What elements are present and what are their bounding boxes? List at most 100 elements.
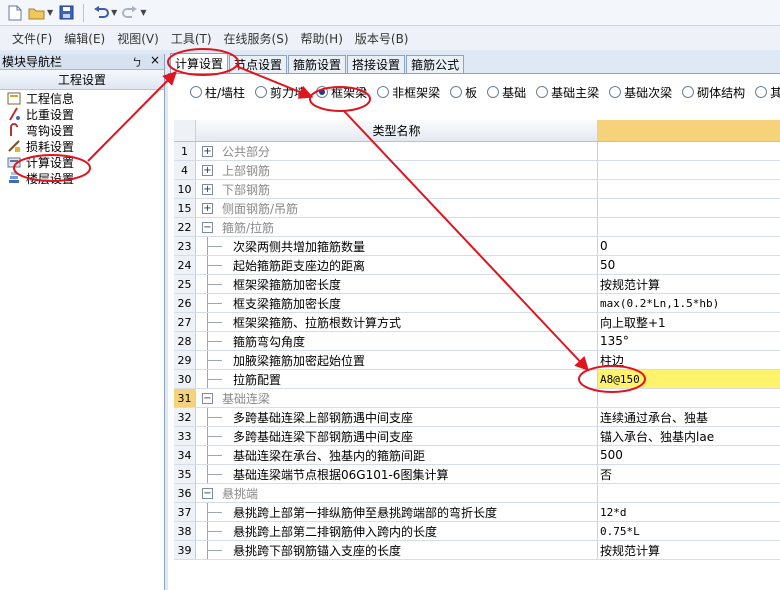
category-row[interactable]: 1 + 公共部分: [174, 142, 780, 161]
setting-row[interactable]: 34 基础连梁在承台、独基内的箍筋间距 500: [174, 446, 780, 465]
tab[interactable]: 节点设置: [229, 55, 288, 73]
row-value-cell[interactable]: 柱边: [598, 351, 780, 369]
radio-option[interactable]: 基础: [487, 84, 526, 101]
row-name-cell: + 公共部分: [196, 142, 598, 160]
row-value-cell[interactable]: 50: [598, 256, 780, 274]
category-row[interactable]: 10 + 下部钢筋: [174, 180, 780, 199]
nav-item[interactable]: 计算设置: [0, 154, 164, 170]
row-label: 下部钢筋: [222, 182, 271, 197]
expand-icon[interactable]: +: [202, 202, 213, 214]
close-icon[interactable]: ×: [150, 53, 160, 67]
setting-row[interactable]: 24 起始箍筋距支座边的距离 50: [174, 256, 780, 275]
radio-button[interactable]: [190, 86, 202, 98]
category-row[interactable]: 31− 基础连梁: [174, 389, 780, 408]
radio-option[interactable]: 其: [755, 84, 780, 101]
category-row[interactable]: 36− 悬挑端: [174, 484, 780, 503]
row-value-cell[interactable]: max(0.2*Ln,1.5*hb): [598, 294, 780, 312]
menu-item[interactable]: 工具(T): [171, 30, 212, 47]
save-icon[interactable]: [57, 4, 75, 22]
radio-option[interactable]: 框架梁: [316, 84, 367, 101]
row-value-cell[interactable]: 否: [598, 465, 780, 483]
radio-button[interactable]: [682, 86, 695, 98]
menu-item[interactable]: 版本号(B): [355, 30, 409, 47]
radio-button[interactable]: [255, 86, 268, 98]
setting-row[interactable]: 25 框架梁箍筋加密长度 按规范计算: [174, 275, 780, 294]
pin-icon[interactable]: ㄅ: [132, 54, 142, 69]
tab[interactable]: 箍筋公式: [406, 55, 465, 73]
chevron-down-icon[interactable]: ▼: [140, 8, 146, 17]
radio-button[interactable]: [377, 86, 390, 98]
setting-row[interactable]: 32 多跨基础连梁上部钢筋遇中间支座 连续通过承台、独基: [174, 408, 780, 427]
expand-icon[interactable]: +: [202, 183, 213, 195]
nav-item[interactable]: 楼层设置: [0, 170, 164, 186]
floor-icon: [6, 171, 22, 185]
setting-row[interactable]: 27 框架梁箍筋、拉筋根数计算方式 向上取整+1: [174, 313, 780, 332]
expand-icon[interactable]: +: [202, 145, 213, 157]
row-value-cell[interactable]: 按规范计算: [598, 275, 780, 293]
radio-option[interactable]: 砌体结构: [682, 84, 745, 101]
row-value-cell[interactable]: 135°: [598, 332, 780, 350]
category-row[interactable]: 4 + 上部钢筋: [174, 161, 780, 180]
tab[interactable]: 搭接设置: [347, 55, 406, 73]
radio-button[interactable]: [536, 86, 549, 98]
new-file-icon[interactable]: [6, 4, 24, 22]
section-title[interactable]: 工程设置: [0, 70, 164, 90]
row-name-cell: 框架梁箍筋加密长度: [196, 275, 598, 293]
setting-row[interactable]: 35 基础连梁端节点根据06G101-6图集计算 否: [174, 465, 780, 484]
row-value-cell[interactable]: 向上取整+1: [598, 313, 780, 331]
radio-option[interactable]: 剪力墙: [255, 84, 306, 101]
setting-row[interactable]: 30 拉筋配置 A8@150: [174, 370, 780, 389]
menu-item[interactable]: 帮助(H): [301, 30, 343, 47]
radio-button[interactable]: [450, 86, 463, 98]
radio-option[interactable]: 柱/墙柱: [190, 84, 245, 101]
nav-item[interactable]: 比重设置: [0, 106, 164, 122]
nav-item[interactable]: 弯钩设置: [0, 122, 164, 138]
radio-option[interactable]: 基础主梁: [536, 84, 599, 101]
row-value-cell[interactable]: 500: [598, 446, 780, 464]
setting-row[interactable]: 33 多跨基础连梁下部钢筋遇中间支座 锚入承台、独基内lae: [174, 427, 780, 446]
radio-option[interactable]: 基础次梁: [609, 84, 672, 101]
chevron-down-icon[interactable]: ▼: [111, 8, 117, 17]
row-value-cell[interactable]: 0: [598, 237, 780, 255]
nav-item[interactable]: 工程信息: [0, 90, 164, 106]
radio-option[interactable]: 非框架梁: [377, 84, 440, 101]
radio-button[interactable]: [487, 86, 500, 98]
toolbar: ▼ ▼ ▼: [0, 0, 780, 26]
radio-option[interactable]: 板: [450, 84, 477, 101]
tab[interactable]: 箍筋设置: [288, 55, 347, 73]
collapse-icon[interactable]: −: [202, 392, 213, 404]
setting-row[interactable]: 23 次梁两侧共增加箍筋数量 0: [174, 237, 780, 256]
category-row[interactable]: 22− 箍筋/拉筋: [174, 218, 780, 237]
setting-row[interactable]: 28 箍筋弯勾角度 135°: [174, 332, 780, 351]
row-value-cell[interactable]: 按规范计算: [598, 541, 780, 559]
row-value-cell[interactable]: 0.75*L: [598, 522, 780, 540]
undo-icon[interactable]: [92, 4, 110, 22]
category-row[interactable]: 15 + 侧面钢筋/吊筋: [174, 199, 780, 218]
setting-row[interactable]: 26 框支梁箍筋加密长度 max(0.2*Ln,1.5*hb): [174, 294, 780, 313]
expand-icon[interactable]: +: [202, 164, 213, 176]
setting-row[interactable]: 29 加腋梁箍筋加密起始位置 柱边: [174, 351, 780, 370]
menu-item[interactable]: 文件(F): [12, 30, 52, 47]
row-value-cell[interactable]: 锚入承台、独基内lae: [598, 427, 780, 445]
setting-row[interactable]: 38 悬挑跨上部第二排钢筋伸入跨内的长度 0.75*L: [174, 522, 780, 541]
row-number: 35: [174, 465, 196, 483]
radio-button[interactable]: [755, 86, 768, 98]
menu-item[interactable]: 视图(V): [117, 30, 159, 47]
nav-item[interactable]: 损耗设置: [0, 138, 164, 154]
menu-item[interactable]: 编辑(E): [64, 30, 105, 47]
radio-button[interactable]: [316, 86, 329, 98]
redo-icon[interactable]: [121, 4, 139, 22]
chevron-down-icon[interactable]: ▼: [47, 8, 53, 17]
setting-row[interactable]: 39 悬挑跨下部钢筋锚入支座的长度 按规范计算: [174, 541, 780, 560]
open-folder-icon[interactable]: [28, 4, 46, 22]
row-value-cell[interactable]: A8@150: [598, 370, 780, 388]
tab[interactable]: 计算设置: [170, 53, 229, 73]
row-value-cell[interactable]: 连续通过承台、独基: [598, 408, 780, 426]
collapse-icon[interactable]: −: [202, 221, 213, 233]
row-label: 悬挑端: [222, 486, 259, 501]
collapse-icon[interactable]: −: [202, 487, 213, 499]
radio-button[interactable]: [609, 86, 622, 98]
setting-row[interactable]: 37 悬挑跨上部第一排纵筋伸至悬挑跨端部的弯折长度 12*d: [174, 503, 780, 522]
menu-item[interactable]: 在线服务(S): [224, 30, 289, 47]
row-value-cell[interactable]: 12*d: [598, 503, 780, 521]
